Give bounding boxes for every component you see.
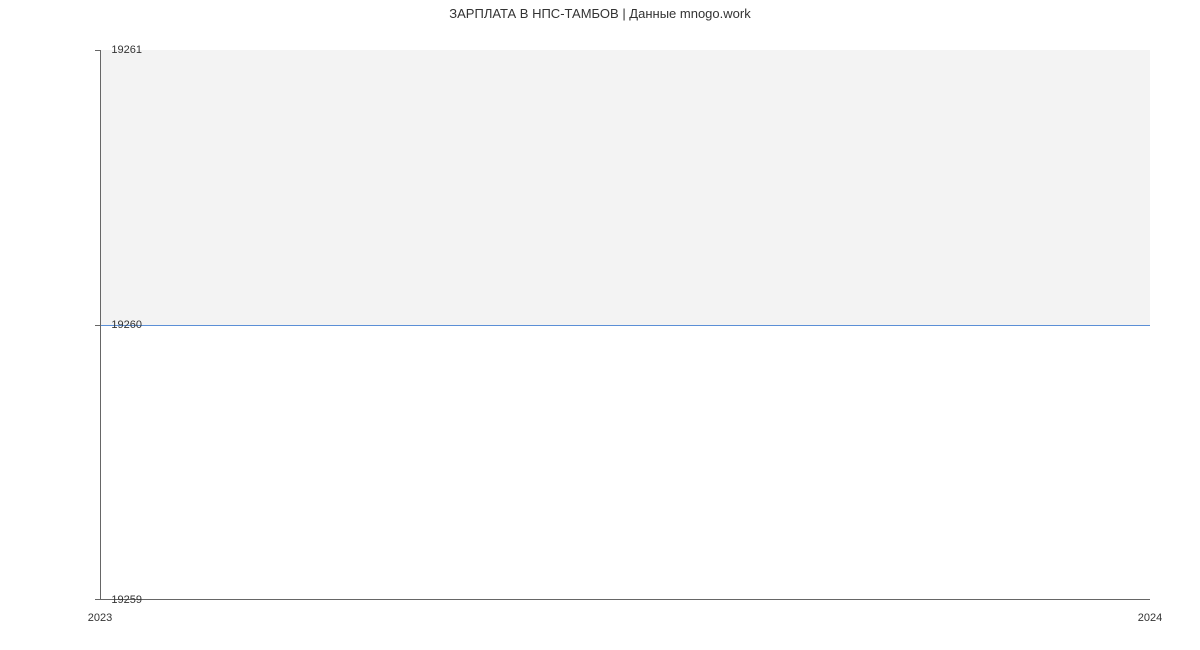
y-tick-label: 19259 <box>82 594 142 606</box>
x-tick-label: 2023 <box>88 612 112 624</box>
plot-container <box>100 50 1150 600</box>
data-line <box>101 325 1150 326</box>
shaded-upper-region <box>101 50 1150 325</box>
y-tick-label: 19261 <box>82 44 142 56</box>
y-tick-label: 19260 <box>82 319 142 331</box>
plot-area <box>100 50 1150 600</box>
x-tick-label: 2024 <box>1138 612 1162 624</box>
chart-title: ЗАРПЛАТА В НПС-ТАМБОВ | Данные mnogo.wor… <box>0 6 1200 21</box>
